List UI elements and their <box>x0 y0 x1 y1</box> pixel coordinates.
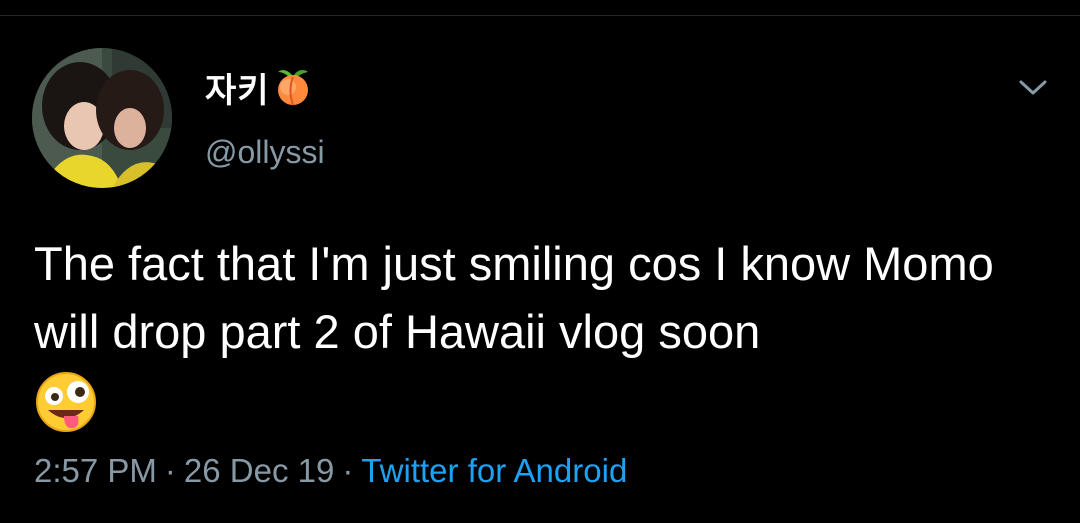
avatar[interactable] <box>32 48 172 188</box>
top-divider <box>0 15 1080 16</box>
tweet-time[interactable]: 2:57 PM <box>34 452 157 489</box>
avatar-photo <box>32 48 172 188</box>
tweet-meta: 2:57 PM · 26 Dec 19 · Twitter for Android <box>34 452 627 490</box>
chevron-down-icon[interactable] <box>1018 78 1048 98</box>
user-handle[interactable]: @ollyssi <box>205 134 325 171</box>
peach-icon <box>272 66 314 108</box>
zany-face-icon <box>34 370 98 434</box>
tweet-text: The fact that I'm just smiling cos I kno… <box>34 237 994 358</box>
separator: · <box>164 452 176 489</box>
display-name-text: 자키 <box>205 70 270 111</box>
separator: · <box>342 452 354 489</box>
display-name[interactable]: 자키 <box>205 64 314 111</box>
tweet-date[interactable]: 26 Dec 19 <box>184 452 334 489</box>
tweet-source-link[interactable]: Twitter for Android <box>361 452 627 489</box>
